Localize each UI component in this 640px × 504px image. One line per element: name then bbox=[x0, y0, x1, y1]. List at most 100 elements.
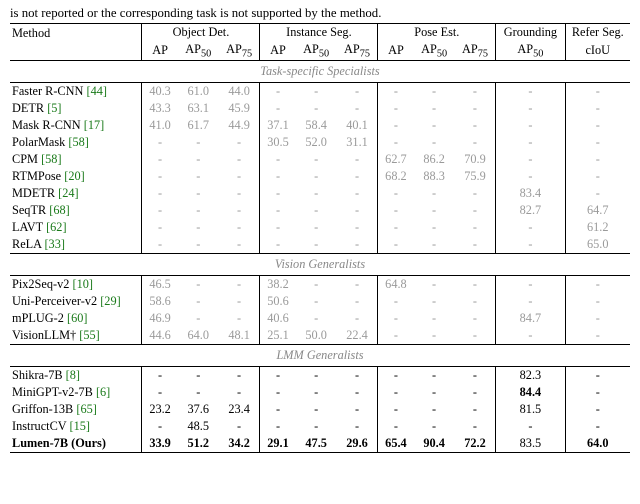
table-row: VisionLLM† [55]44.664.048.125.150.022.4-… bbox=[10, 327, 630, 345]
sub-ap50: AP50 bbox=[414, 41, 455, 61]
value-cell: - bbox=[178, 293, 219, 310]
value-cell: - bbox=[414, 276, 455, 294]
value-cell: - bbox=[565, 384, 630, 401]
value-cell: 68.2 bbox=[378, 168, 414, 185]
value-cell: - bbox=[455, 100, 496, 117]
value-cell: - bbox=[260, 100, 296, 117]
citation-link[interactable]: [24] bbox=[58, 186, 79, 200]
citation-link[interactable]: [60] bbox=[67, 311, 88, 325]
section-header: Vision Generalists bbox=[10, 254, 630, 276]
value-cell: - bbox=[565, 327, 630, 345]
value-cell: 37.1 bbox=[260, 117, 296, 134]
citation-link[interactable]: [58] bbox=[41, 152, 62, 166]
value-cell: - bbox=[414, 418, 455, 435]
value-cell: - bbox=[219, 293, 260, 310]
value-cell: 62.7 bbox=[378, 151, 414, 168]
value-cell: - bbox=[455, 276, 496, 294]
citation-link[interactable]: [15] bbox=[70, 419, 91, 433]
value-cell: - bbox=[496, 151, 565, 168]
citation-link[interactable]: [5] bbox=[47, 101, 61, 115]
value-cell: - bbox=[296, 219, 337, 236]
value-cell: - bbox=[142, 367, 178, 385]
value-cell: - bbox=[260, 384, 296, 401]
method-cell: Shikra-7B [8] bbox=[10, 367, 142, 385]
value-cell: - bbox=[337, 236, 378, 254]
value-cell: - bbox=[260, 219, 296, 236]
value-cell: - bbox=[142, 384, 178, 401]
value-cell: 48.1 bbox=[219, 327, 260, 345]
value-cell: - bbox=[496, 134, 565, 151]
value-cell: 44.0 bbox=[219, 83, 260, 101]
value-cell: - bbox=[142, 134, 178, 151]
citation-link[interactable]: [17] bbox=[84, 118, 105, 132]
citation-link[interactable]: [20] bbox=[64, 169, 85, 183]
table-row: CPM [58]------62.786.270.9-- bbox=[10, 151, 630, 168]
citation-link[interactable]: [58] bbox=[68, 135, 89, 149]
citation-link[interactable]: [29] bbox=[100, 294, 121, 308]
value-cell: - bbox=[142, 168, 178, 185]
value-cell: - bbox=[455, 185, 496, 202]
value-cell: 84.4 bbox=[496, 384, 565, 401]
value-cell: 40.6 bbox=[260, 310, 296, 327]
col-grounding: Grounding bbox=[496, 24, 565, 42]
value-cell: - bbox=[142, 418, 178, 435]
citation-link[interactable]: [33] bbox=[44, 237, 65, 251]
value-cell: - bbox=[337, 276, 378, 294]
citation-link[interactable]: [55] bbox=[79, 328, 100, 342]
value-cell: 82.3 bbox=[496, 367, 565, 385]
value-cell: 25.1 bbox=[260, 327, 296, 345]
value-cell: 51.2 bbox=[178, 435, 219, 453]
value-cell: 47.5 bbox=[296, 435, 337, 453]
citation-link[interactable]: [8] bbox=[66, 368, 80, 382]
value-cell: - bbox=[496, 293, 565, 310]
value-cell: - bbox=[219, 236, 260, 254]
citation-link[interactable]: [6] bbox=[96, 385, 110, 399]
value-cell: - bbox=[337, 202, 378, 219]
value-cell: - bbox=[378, 293, 414, 310]
value-cell: 43.3 bbox=[142, 100, 178, 117]
value-cell: 22.4 bbox=[337, 327, 378, 345]
value-cell: - bbox=[378, 418, 414, 435]
method-cell: Griffon-13B [65] bbox=[10, 401, 142, 418]
table-row: Pix2Seq-v2 [10]46.5--38.2--64.8---- bbox=[10, 276, 630, 294]
table-row: InstructCV [15]-48.5--------- bbox=[10, 418, 630, 435]
value-cell: - bbox=[378, 367, 414, 385]
method-cell: LAVT [62] bbox=[10, 219, 142, 236]
value-cell: - bbox=[337, 310, 378, 327]
value-cell: - bbox=[455, 134, 496, 151]
citation-link[interactable]: [65] bbox=[76, 402, 97, 416]
value-cell: 50.6 bbox=[260, 293, 296, 310]
citation-link[interactable]: [44] bbox=[86, 84, 107, 98]
value-cell: 83.4 bbox=[496, 185, 565, 202]
citation-link[interactable]: [62] bbox=[46, 220, 67, 234]
value-cell: 65.4 bbox=[378, 435, 414, 453]
value-cell: - bbox=[414, 327, 455, 345]
value-cell: - bbox=[414, 401, 455, 418]
value-cell: - bbox=[565, 310, 630, 327]
value-cell: - bbox=[178, 185, 219, 202]
value-cell: - bbox=[219, 185, 260, 202]
value-cell: 64.7 bbox=[565, 202, 630, 219]
sub-ap: AP bbox=[260, 41, 296, 61]
value-cell: - bbox=[296, 367, 337, 385]
value-cell: 86.2 bbox=[414, 151, 455, 168]
value-cell: - bbox=[260, 83, 296, 101]
value-cell: - bbox=[296, 168, 337, 185]
table-row: Griffon-13B [65]23.237.623.4------81.5- bbox=[10, 401, 630, 418]
value-cell: - bbox=[414, 134, 455, 151]
citation-link[interactable]: [10] bbox=[72, 277, 93, 291]
value-cell: 64.8 bbox=[378, 276, 414, 294]
citation-link[interactable]: [68] bbox=[49, 203, 70, 217]
value-cell: 58.4 bbox=[296, 117, 337, 134]
value-cell: - bbox=[337, 384, 378, 401]
value-cell: - bbox=[219, 202, 260, 219]
value-cell: - bbox=[260, 151, 296, 168]
value-cell: - bbox=[565, 401, 630, 418]
results-table: Method Object Det. Instance Seg. Pose Es… bbox=[10, 23, 630, 453]
value-cell: - bbox=[565, 293, 630, 310]
value-cell: - bbox=[455, 310, 496, 327]
value-cell: - bbox=[378, 117, 414, 134]
value-cell: - bbox=[496, 83, 565, 101]
value-cell: 31.1 bbox=[337, 134, 378, 151]
table-row: Shikra-7B [8]---------82.3- bbox=[10, 367, 630, 385]
